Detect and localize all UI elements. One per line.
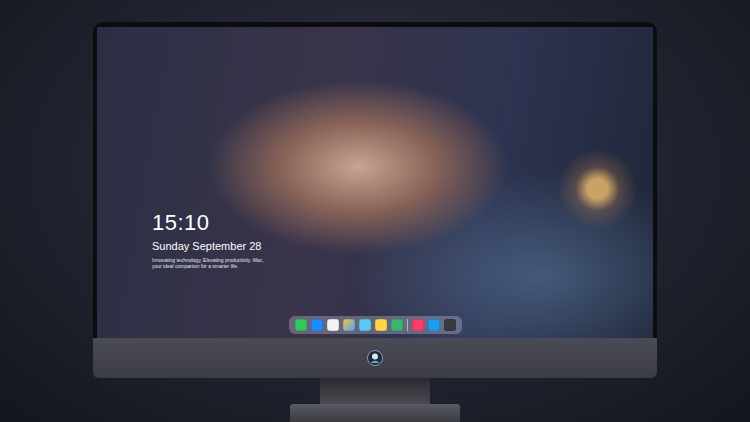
tagline: Innovating technology, Elevating product… — [152, 257, 653, 269]
clock-block: 15:10 Sunday September 28 Innovating techn… — [152, 211, 653, 269]
page: 15:10 Sunday September 28 Innovating techn… — [0, 0, 750, 422]
dock-separator — [407, 319, 408, 331]
stand-neck — [320, 378, 430, 404]
tagline-line: your ideal companion for a smarter life. — [152, 263, 653, 269]
app-icon[interactable] — [412, 319, 424, 331]
clock-time: 15:10 — [152, 211, 653, 235]
app-icon[interactable] — [327, 319, 339, 331]
dock — [289, 316, 462, 334]
lock-screen: 15:10 Sunday September 28 Innovating techn… — [97, 27, 653, 338]
stand-base — [290, 404, 460, 422]
app-icon[interactable] — [428, 319, 440, 331]
app-icon[interactable] — [311, 319, 323, 331]
app-icon[interactable] — [295, 319, 307, 331]
app-icon[interactable] — [444, 319, 456, 331]
monitor: 15:10 Sunday September 28 Innovating techn… — [93, 22, 657, 422]
logo-icon — [367, 350, 383, 366]
bezel: 15:10 Sunday September 28 Innovating techn… — [93, 22, 657, 338]
clock-date: Sunday September 28 — [152, 239, 653, 253]
monitor-chin — [93, 338, 657, 378]
tagline-line: Innovating technology, Elevating product… — [152, 257, 653, 263]
app-icon[interactable] — [375, 319, 387, 331]
app-icon[interactable] — [391, 319, 403, 331]
app-icon[interactable] — [359, 319, 371, 331]
app-icon[interactable] — [343, 319, 355, 331]
